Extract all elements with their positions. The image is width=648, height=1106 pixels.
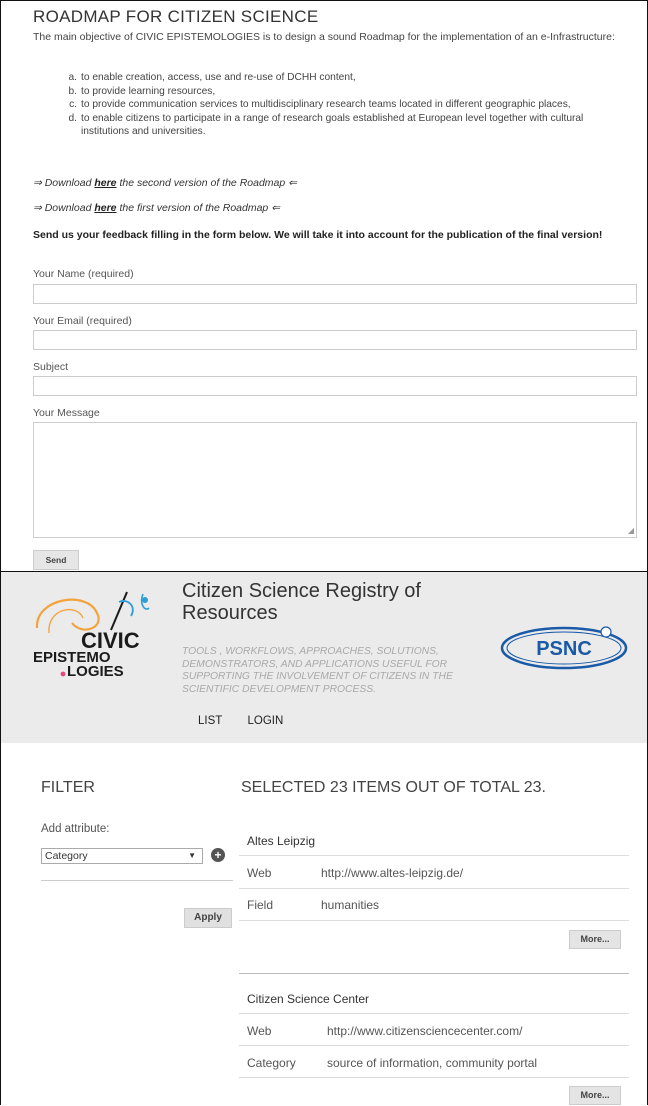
row-divider — [239, 1045, 629, 1046]
name-field[interactable] — [33, 284, 637, 304]
subject-field[interactable] — [33, 376, 637, 396]
filter-divider — [41, 880, 233, 881]
nav-item-login[interactable]: LOGIN — [248, 715, 284, 727]
psnc-logo-text: PSNC — [536, 638, 592, 660]
field-value: humanities — [321, 898, 380, 912]
row-divider — [239, 888, 629, 889]
download-second-version: ⇒ Download here the second version of th… — [33, 177, 297, 189]
message-label: Your Message — [33, 407, 100, 419]
resource-card: Citizen Science Center Web http://www.ci… — [239, 973, 629, 1105]
main-nav: LIST LOGIN — [198, 715, 305, 727]
add-attribute-label: Add attribute: — [41, 823, 110, 835]
feedback-text: Send us your feedback filling in the for… — [33, 229, 603, 241]
row-divider — [239, 920, 629, 921]
psnc-logo: PSNC — [500, 626, 628, 670]
field-key: Web — [247, 1024, 272, 1038]
add-attribute-plus-icon[interactable]: + — [211, 848, 225, 862]
row-divider — [239, 855, 629, 856]
name-label: Your Name (required) — [33, 268, 134, 280]
email-field[interactable] — [33, 330, 637, 350]
chevron-down-icon: ▼ — [188, 851, 196, 860]
results-heading: SELECTED 23 ITEMS OUT OF TOTAL 23. — [241, 779, 546, 796]
list-item: b. to provide learning resources, — [68, 85, 216, 97]
field-value: source of information, community portal — [327, 1056, 538, 1070]
civic-epistemologies-logo: CIVIC EPISTEMO LOGIES — [33, 591, 150, 680]
logo-word-logies: LOGIES — [67, 663, 124, 680]
registry-title: Citizen Science Registry of Resources — [182, 580, 421, 624]
more-button[interactable]: More... — [569, 930, 621, 949]
intro-text: The main objective of CIVIC EPISTEMOLOGI… — [33, 31, 615, 43]
email-label: Your Email (required) — [33, 315, 132, 327]
resource-card: Altes Leipzig Web http://www.altes-leipz… — [239, 814, 629, 949]
resize-handle-icon[interactable]: ◢ — [628, 526, 634, 535]
apply-button[interactable]: Apply — [184, 908, 232, 928]
resource-name[interactable]: Citizen Science Center — [247, 992, 369, 1006]
list-item: a. to enable creation, access, use and re… — [68, 72, 356, 83]
objectives-list: a. to enable creation, access, use and re… — [53, 71, 623, 139]
attribute-select[interactable]: Category ▼ — [41, 848, 203, 864]
download-link-second[interactable]: here — [94, 177, 116, 189]
resource-name[interactable]: Altes Leipzig — [247, 834, 315, 848]
field-key: Web — [247, 866, 272, 880]
field-value-web[interactable]: http://www.altes-leipzig.de/ — [321, 866, 463, 880]
field-value-web[interactable]: http://www.citizensciencecenter.com/ — [327, 1024, 522, 1038]
download-link-first[interactable]: here — [94, 202, 116, 214]
list-item: d. to enable citizens to participate in a… — [68, 112, 584, 138]
nav-item-list[interactable]: LIST — [198, 715, 222, 727]
registry-tagline: TOOLS , WORKFLOWS, APPROACHES, SOLUTIONS… — [182, 646, 453, 695]
send-button[interactable]: Send — [33, 550, 79, 570]
more-button[interactable]: More... — [569, 1086, 621, 1105]
subject-label: Subject — [33, 361, 69, 373]
row-divider — [239, 1077, 629, 1078]
row-divider — [239, 1013, 629, 1014]
field-key: Category — [247, 1056, 296, 1070]
roadmap-section: ROADMAP FOR CITIZEN SCIENCE The main obj… — [1, 1, 647, 571]
filter-heading: FILTER — [41, 779, 95, 796]
field-key: Field — [247, 898, 274, 912]
download-first-version: ⇒ Download here the first version of the… — [33, 202, 280, 214]
list-item: c. to provide communication services to m… — [69, 99, 571, 110]
page-frame: ROADMAP FOR CITIZEN SCIENCE The main obj… — [0, 0, 648, 1106]
attribute-select-value: Category — [45, 850, 88, 862]
card-divider — [239, 973, 629, 974]
registry-content: FILTER SELECTED 23 ITEMS OUT OF TOTAL 23… — [1, 743, 647, 1106]
message-textarea[interactable]: ◢ — [33, 422, 637, 538]
page-title: ROADMAP FOR CITIZEN SCIENCE — [33, 7, 319, 26]
registry-header: CIVIC EPISTEMO LOGIES Citizen Science Re… — [1, 571, 647, 744]
